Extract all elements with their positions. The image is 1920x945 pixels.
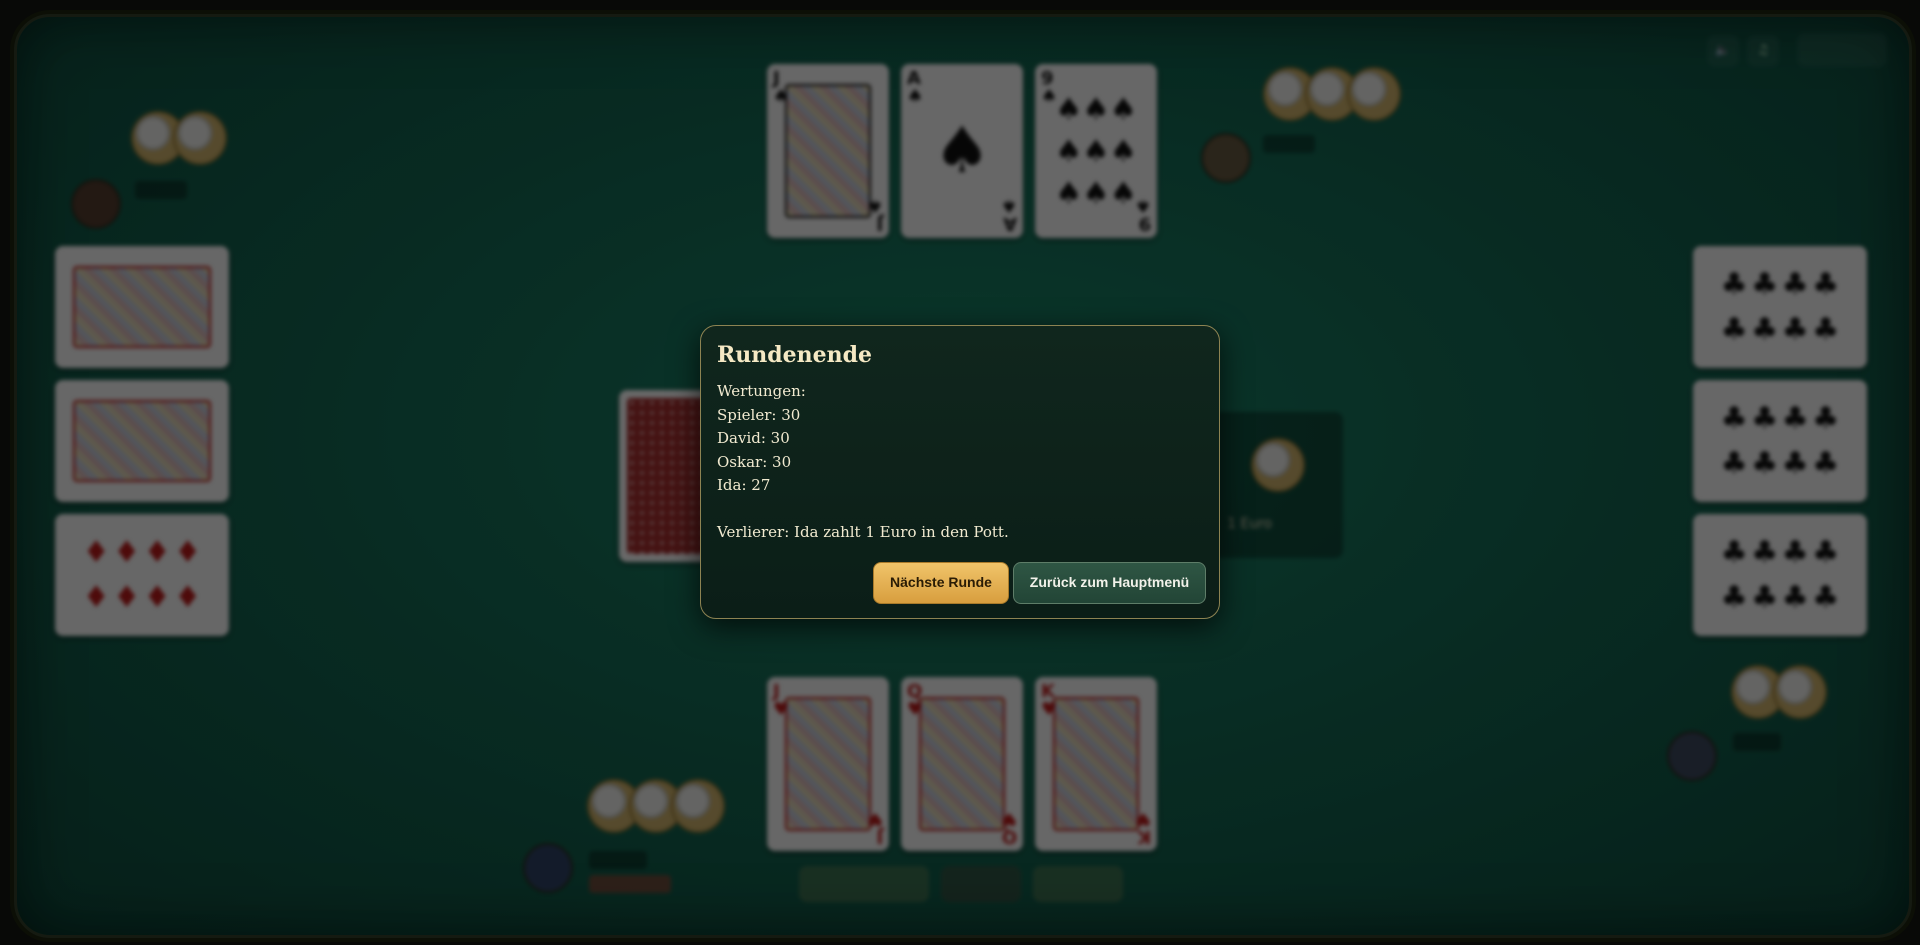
main-menu-button[interactable]: Zurück zum Hauptmenü (1013, 562, 1206, 604)
loser-text: Verlierer: Ida zahlt 1 Euro in den Pott. (717, 523, 1009, 541)
dialog-title: Rundenende (717, 342, 873, 368)
scores-heading: Wertungen: (717, 382, 806, 400)
score-line: Ida: 27 (717, 476, 771, 494)
next-round-button[interactable]: Nächste Runde (873, 562, 1009, 604)
score-line: Oskar: 30 (717, 452, 792, 471)
score-line: Spieler: 30 (717, 405, 801, 424)
round-end-dialog: Rundenende Wertungen: Spieler: 30 David:… (700, 325, 1220, 619)
score-line: David: 30 (717, 429, 790, 447)
dialog-body: Wertungen: Spieler: 30 David: 30 Oskar: … (717, 380, 1203, 545)
